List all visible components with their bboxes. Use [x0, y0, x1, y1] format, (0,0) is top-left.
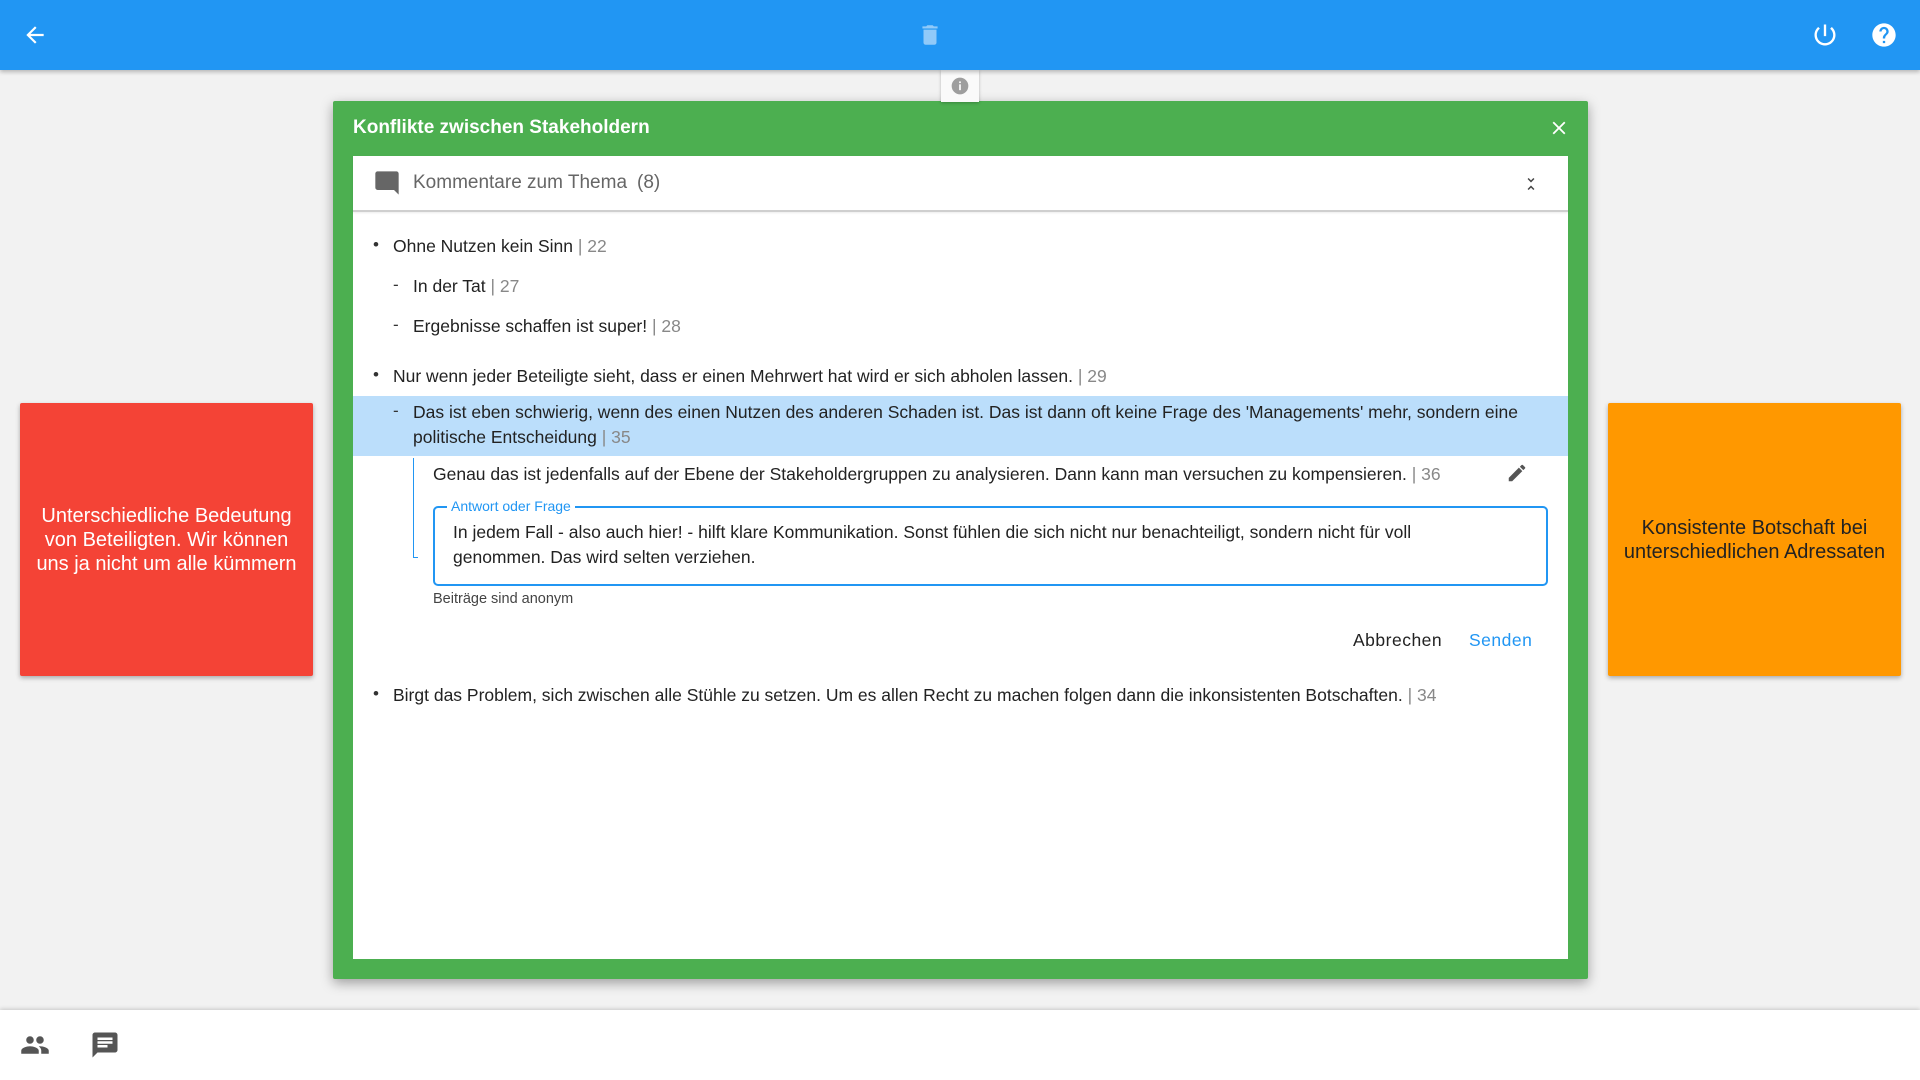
close-button[interactable]: [1546, 115, 1572, 141]
chat-icon: [92, 1032, 118, 1058]
comment-item[interactable]: Genau das ist jedenfalls auf der Ebene d…: [433, 462, 1441, 487]
collapse-icon: [1527, 178, 1535, 190]
comment-text: Genau das ist jedenfalls auf der Ebene d…: [433, 464, 1407, 484]
comment-text: In der Tat: [413, 276, 486, 296]
comment-number: | 28: [652, 316, 681, 336]
dialog-title: Konflikte zwischen Stakeholdern: [353, 117, 650, 138]
top-app-bar: [0, 0, 1920, 70]
comment-item[interactable]: Nur wenn jeder Beteiligte sieht, dass er…: [393, 364, 1107, 389]
power-icon: [1814, 24, 1836, 46]
comment-item-selected[interactable]: Das ist eben schwierig, wenn des einen N…: [413, 400, 1533, 450]
delete-button[interactable]: [909, 14, 951, 56]
comment-number: | 34: [1407, 685, 1437, 705]
comment-number: | 36: [1411, 464, 1441, 484]
reply-field-value[interactable]: In jedem Fall - also auch hier! - hilft …: [453, 520, 1506, 570]
bullet-marker: •: [373, 235, 379, 254]
sticky-note-right[interactable]: Konsistente Botschaft bei unterschiedlic…: [1608, 403, 1901, 676]
comment-text: Das ist eben schwierig, wenn des einen N…: [413, 402, 1518, 447]
comment-item[interactable]: Birgt das Problem, sich zwischen alle St…: [393, 683, 1436, 708]
people-icon: [21, 1036, 49, 1054]
reply-marker: -: [393, 401, 399, 420]
comment-item[interactable]: In der Tat | 27: [413, 274, 519, 299]
trash-icon: [922, 25, 938, 45]
reply-marker: -: [393, 315, 399, 334]
reply-field[interactable]: Antwort oder Frage In jedem Fall - also …: [433, 498, 1548, 586]
comment-text: Birgt das Problem, sich zwischen alle St…: [393, 685, 1403, 705]
help-icon: [1872, 23, 1896, 47]
bottom-bar: [0, 1010, 1920, 1080]
comment-number: | 29: [1077, 366, 1107, 386]
comments-header: Kommentare zum Thema (8): [353, 156, 1568, 212]
arrow-left-icon: [26, 26, 44, 44]
bullet-marker: •: [373, 684, 379, 703]
reply-field-label: Antwort oder Frage: [447, 498, 575, 514]
send-button[interactable]: Senden: [1469, 630, 1532, 651]
logout-button[interactable]: [1804, 14, 1846, 56]
reply-marker: -: [393, 275, 399, 294]
comment-text: Ohne Nutzen kein Sinn: [393, 236, 573, 256]
comments-button[interactable]: [88, 1030, 122, 1060]
comments-count: (8): [637, 172, 661, 193]
comment-text: Ergebnisse schaffen ist super!: [413, 316, 648, 336]
close-icon: [1552, 121, 1566, 135]
info-icon: [951, 77, 969, 95]
back-button[interactable]: [14, 14, 56, 56]
comment-item[interactable]: Ergebnisse schaffen ist super! | 28: [413, 314, 681, 339]
topic-dialog: Konflikte zwischen Stakeholdern Kommenta…: [333, 101, 1588, 979]
comments-header-title: Kommentare zum Thema: [413, 172, 628, 193]
collapse-button[interactable]: [1520, 173, 1542, 195]
bullet-marker: •: [373, 365, 379, 384]
sticky-note-right-text: Konsistente Botschaft bei unterschiedlic…: [1623, 516, 1886, 563]
comment-item[interactable]: Ohne Nutzen kein Sinn | 22: [393, 234, 607, 259]
cancel-button[interactable]: Abbrechen: [1353, 630, 1442, 651]
comments-panel: Kommentare zum Thema (8) • Ohne Nutzen k…: [353, 156, 1568, 959]
help-button[interactable]: [1863, 14, 1905, 56]
participants-button[interactable]: [18, 1030, 52, 1060]
sticky-note-left[interactable]: Unterschiedliche Bedeutung von Beteiligt…: [20, 403, 313, 676]
comment-text: Nur wenn jeder Beteiligte sieht, dass er…: [393, 366, 1073, 386]
comment-number: | 35: [601, 427, 631, 447]
comment-icon: [375, 171, 399, 195]
info-tab[interactable]: [941, 70, 979, 102]
thread-line: [413, 458, 418, 558]
comment-number: | 22: [577, 236, 607, 256]
anonymous-hint: Beiträge sind anonym: [433, 591, 574, 607]
edit-button[interactable]: [1506, 462, 1528, 484]
comment-number: | 27: [490, 276, 520, 296]
pencil-icon: [1508, 464, 1526, 482]
sticky-note-left-text: Unterschiedliche Bedeutung von Beteiligt…: [36, 504, 297, 575]
